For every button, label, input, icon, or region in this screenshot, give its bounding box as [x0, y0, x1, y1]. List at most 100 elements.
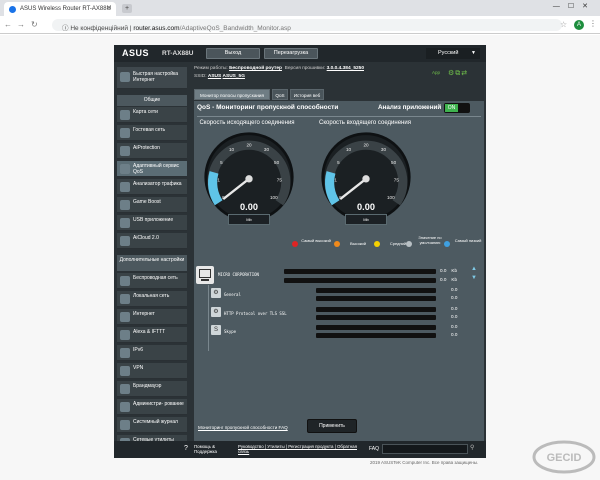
sidebar-item-wireless[interactable]: Беспроводная сеть	[117, 273, 187, 289]
sidebar-item-guest-network[interactable]: Гостевая сеть	[117, 125, 187, 141]
page-title: QoS - Мониторинг пропускной способности	[197, 104, 339, 111]
ssid-link-5g[interactable]: ASUS_5G	[223, 74, 245, 79]
app-label[interactable]: App	[432, 70, 440, 75]
sidebar-item-vpn[interactable]: VPN	[117, 363, 187, 379]
sidebar-item-usb[interactable]: USB приложение	[117, 215, 187, 231]
sidebar-item-firewall[interactable]: Брандмауэр	[117, 381, 187, 397]
device-upload-bar	[284, 269, 436, 274]
priority-dot-icon	[292, 241, 298, 247]
router-ui: ASUS RT-AX88U Выход Перезагрузка Русский…	[114, 45, 486, 458]
account-avatar[interactable]: A	[574, 20, 584, 30]
device-download-bar	[284, 278, 436, 283]
sidebar-item-network-map[interactable]: Карта сети	[117, 107, 187, 123]
back-icon[interactable]: ←	[4, 20, 12, 29]
tab-web-history[interactable]: История веб	[290, 89, 324, 100]
app-rate-up: 0.0	[451, 287, 458, 292]
help-support-link[interactable]: Помощь & Поддержка	[194, 444, 236, 454]
sidebar-item-ipv6[interactable]: IPv6	[117, 345, 187, 361]
bookmark-star-icon[interactable]: ☆	[560, 20, 567, 29]
bandwidth-faq-link[interactable]: Мониторинг пропускной способности FAQ	[198, 425, 288, 430]
upload-speed-label: Скорость исходящего соединения	[199, 120, 295, 126]
address-bar-row: ← → ↻ ⓘ Не конфіденційний | router.asus.…	[0, 16, 600, 34]
computer-icon[interactable]	[196, 266, 214, 284]
asus-logo: ASUS	[122, 48, 150, 58]
app-name: HTTP Protocol over TLS SSL	[224, 311, 287, 316]
browser-tab[interactable]: ASUS Wireless Router RT-AX88U ✕	[4, 2, 116, 16]
sidebar-item-alexa[interactable]: Alexa & IFTTT	[117, 327, 187, 343]
legend-lowest: Самый низкий	[444, 238, 484, 252]
app-rate-down: 0.0	[451, 332, 458, 337]
status-icons[interactable]: ⚙⧉⇄	[448, 69, 468, 78]
sidebar-item-internet[interactable]: Интернет	[117, 309, 187, 325]
sidebar-item-adaptive-qos[interactable]: Адаптивный сервис QoS	[117, 161, 187, 177]
legend-highest: Самый высокий	[292, 238, 332, 252]
lan-icon	[120, 294, 130, 304]
device-name: MICRO CORPORATION	[218, 272, 259, 277]
operation-mode-link[interactable]: Беспроводной роутер	[229, 66, 282, 71]
legend-default: Значение по умолчанию	[406, 235, 446, 249]
gauge-tick: 30	[264, 147, 270, 152]
browser-menu-icon[interactable]: ⋮	[589, 19, 597, 28]
sidebar-header-advanced: Дополнительные настройки	[117, 255, 187, 271]
priority-dot-icon	[334, 241, 340, 247]
reboot-button[interactable]: Перезагрузка	[264, 48, 318, 59]
apply-button[interactable]: Применить	[307, 419, 357, 433]
forward-icon[interactable]: →	[17, 20, 25, 29]
cloud-icon	[120, 236, 130, 246]
ssid-link-2g[interactable]: ASUS	[208, 74, 221, 79]
network-map-icon	[120, 110, 130, 120]
new-tab-button[interactable]: +	[122, 4, 132, 13]
qos-icon	[120, 164, 130, 174]
sidebar-item-aicloud[interactable]: AiCloud 2.0	[117, 233, 187, 249]
sidebar-item-administration[interactable]: Администри- рование	[117, 399, 187, 415]
upload-gauge: 0 1 5 10 20 30 50 75 100 0.00	[204, 132, 294, 222]
address-input[interactable]: ⓘ Не конфіденційний | router.asus.com/Ad…	[52, 19, 562, 32]
gauge-hub	[245, 175, 253, 183]
app-download-bar	[316, 333, 436, 338]
app-analysis-toggle[interactable]: ON	[444, 103, 470, 113]
app-rate-down: 0.0	[451, 295, 458, 300]
app-rate-down: 0.0	[451, 314, 458, 319]
download-unit-badge: Mb	[345, 214, 387, 225]
footer-links[interactable]: Руководство | Утилиты | Регистрация прод…	[238, 444, 358, 454]
subtabs: Монитор полосы пропускания QoS История в…	[194, 89, 484, 100]
gauge-tick: 20	[363, 143, 369, 148]
tab-qos[interactable]: QoS	[272, 89, 288, 100]
chevron-down-icon: ▼	[471, 50, 476, 56]
tab-close-icon[interactable]: ✕	[106, 4, 112, 12]
gauge-tick: 5	[220, 160, 223, 165]
gauge-tick: 100	[387, 195, 395, 200]
faq-search-input[interactable]	[382, 444, 468, 454]
skype-icon[interactable]: S	[211, 325, 221, 335]
device-rate-up: 0.0 Kb	[440, 268, 458, 273]
sidebar-item-game-boost[interactable]: Game Boost	[117, 197, 187, 213]
search-icon[interactable]: ⚲	[470, 444, 474, 451]
sidebar-item-lan[interactable]: Локальная сеть	[117, 291, 187, 307]
address-security: Не конфіденційний	[70, 24, 128, 32]
language-select[interactable]: Русский ▼	[426, 48, 480, 59]
sidebar-item-traffic-analyzer[interactable]: Анализатор трафика	[117, 179, 187, 195]
priority-dot-icon	[374, 241, 380, 247]
tab-title: ASUS Wireless Router RT-AX88U	[20, 6, 111, 12]
download-arrow-icon: ▼	[471, 275, 477, 281]
tab-bandwidth-monitor[interactable]: Монитор полосы пропускания	[194, 89, 270, 100]
app-general-icon[interactable]: ⚙	[211, 288, 221, 298]
app-name: General	[224, 292, 241, 297]
address-path: /AdaptiveQoS_Bandwidth_Monitor.asp	[179, 24, 291, 32]
router-footer: ? Помощь & Поддержка Руководство | Утили…	[114, 441, 486, 458]
admin-icon	[120, 402, 130, 412]
reload-icon[interactable]: ↻	[31, 20, 38, 29]
firmware-link[interactable]: 3.0.0.4.384_5250	[327, 66, 364, 71]
sidebar-item-system-log[interactable]: Системный журнал	[117, 417, 187, 433]
gauge-tick: 50	[391, 160, 397, 165]
app-https-icon[interactable]: ⚙	[211, 307, 221, 317]
sidebar-item-quick-setup[interactable]: Быстрая настройка Интернет	[117, 67, 187, 89]
logout-button[interactable]: Выход	[206, 48, 260, 59]
app-analysis-label: Анализ приложений	[378, 104, 442, 111]
page-viewport: ASUS RT-AX88U Выход Перезагрузка Русский…	[0, 35, 600, 480]
sidebar-item-aiprotection[interactable]: AiProtection	[117, 143, 187, 159]
help-icon: ?	[184, 445, 188, 452]
app-download-bar	[316, 315, 436, 320]
window-controls[interactable]: —☐✕	[553, 2, 596, 10]
router-header: ASUS RT-AX88U Выход Перезагрузка Русский…	[114, 45, 486, 62]
